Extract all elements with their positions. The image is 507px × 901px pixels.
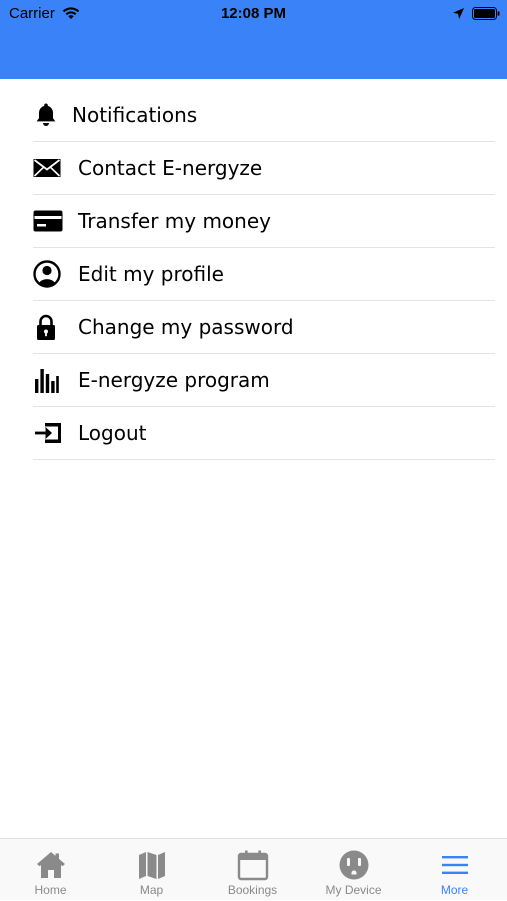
bell-icon	[33, 100, 59, 130]
location-arrow-icon	[453, 8, 464, 19]
menu-item-label: E-nergyze program	[78, 368, 270, 392]
menu-item-notifications[interactable]: Notifications	[33, 89, 495, 142]
calendar-icon	[237, 850, 268, 881]
tab-more[interactable]: More	[404, 839, 505, 901]
tab-home[interactable]: Home	[0, 839, 101, 901]
tab-bookings[interactable]: Bookings	[202, 839, 303, 901]
status-time: 12:08 PM	[220, 5, 287, 22]
home-icon	[36, 852, 65, 878]
menu-item-energyze-program[interactable]: E-nergyze program	[33, 354, 495, 407]
menu-item-label: Logout	[78, 421, 147, 445]
tab-label: Bookings	[227, 883, 278, 897]
menu-item-change-password[interactable]: Change my password	[33, 301, 495, 354]
tab-label: Home	[34, 883, 67, 897]
menu-item-contact[interactable]: Contact E-nergyze	[33, 142, 495, 195]
bottom-tab-bar: Home Map Bookings My Device More	[0, 838, 507, 900]
map-icon	[138, 852, 165, 879]
menu-item-label: Change my password	[78, 315, 294, 339]
logout-icon	[33, 418, 65, 448]
lock-icon	[33, 312, 65, 342]
envelope-icon	[33, 153, 65, 183]
battery-icon	[472, 7, 500, 20]
tab-my-device[interactable]: My Device	[303, 839, 404, 901]
tab-label: More	[440, 883, 469, 897]
status-bar: Carrier 12:08 PM	[0, 0, 507, 28]
tab-label: My Device	[325, 883, 382, 897]
outlet-icon	[339, 850, 368, 880]
menu-item-label: Contact E-nergyze	[78, 156, 263, 180]
user-circle-icon	[33, 259, 65, 289]
menu-item-label: Edit my profile	[78, 262, 224, 286]
menu-item-transfer-money[interactable]: Transfer my money	[33, 195, 495, 248]
tab-map[interactable]: Map	[101, 839, 202, 901]
credit-card-icon	[33, 206, 65, 236]
menu-item-logout[interactable]: Logout	[33, 407, 495, 460]
menu-item-label: Notifications	[72, 103, 198, 127]
menu-item-edit-profile[interactable]: Edit my profile	[33, 248, 495, 301]
hamburger-icon	[441, 856, 468, 874]
app-header: Carrier 12:08 PM	[0, 0, 507, 79]
menu-item-label: Transfer my money	[78, 209, 271, 233]
tab-label: Map	[139, 883, 164, 897]
bar-chart-icon	[33, 365, 65, 395]
more-menu-list: Notifications Contact E-nergyze Transfer…	[0, 89, 507, 460]
